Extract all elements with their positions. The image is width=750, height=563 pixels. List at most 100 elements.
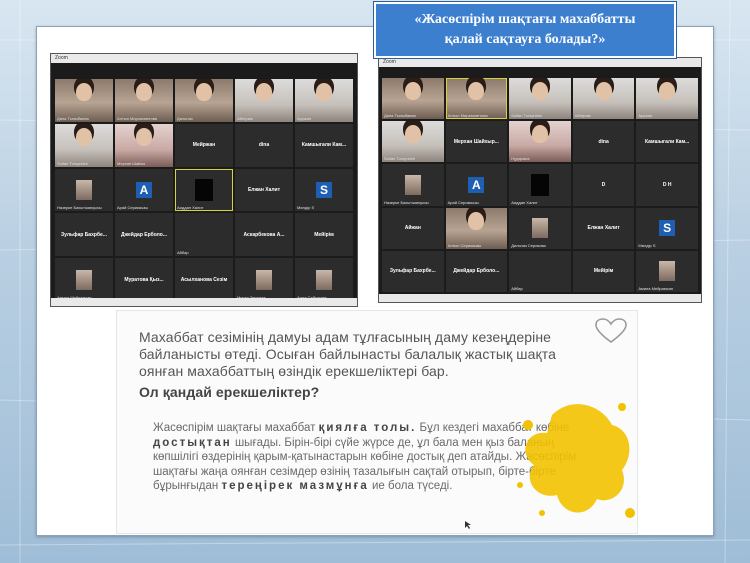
participant-tile[interactable]: Sultan Tursynbek xyxy=(382,121,444,163)
participant-name-label: Алтын Сериккызы xyxy=(447,242,482,248)
participant-tile[interactable]: Муратова Қыз... xyxy=(115,258,173,301)
slide-title: «Жасөспірім шақтағы махаббатты қалай сақ… xyxy=(373,1,677,59)
participant-tile[interactable]: Нұрдиана xyxy=(509,121,571,163)
participant-tile[interactable]: Дильназ xyxy=(175,79,233,122)
participant-tile[interactable]: Алтын Мирзахметова xyxy=(445,78,508,120)
participant-face xyxy=(136,127,152,146)
participant-tile[interactable]: Дина Тыныбаева xyxy=(382,78,444,120)
participant-tile[interactable]: Елжан Халит xyxy=(235,168,293,212)
participant-tile[interactable]: D H xyxy=(636,164,698,206)
emphasis-2: достықтан xyxy=(153,436,232,449)
participant-grid: Дина Тыныбаева Алтын Мирзахметова Sultan T… xyxy=(382,78,698,292)
participant-face xyxy=(316,83,332,101)
participant-display-name: Айжан xyxy=(404,225,421,232)
participant-name-label: Аружан xyxy=(297,115,312,121)
participant-display-name: Асылханова Сезім xyxy=(180,276,228,283)
body-text-1: Жасөспірім шақтағы махаббат xyxy=(153,422,319,434)
video-off-placeholder xyxy=(530,173,549,196)
zoom-toolbar xyxy=(379,294,701,302)
participant-name-label: Sultan Tursynbek xyxy=(57,160,88,166)
heart-icon xyxy=(595,318,627,343)
participant-name-label: Дильназ Серикова xyxy=(511,242,546,248)
participant-tile[interactable]: A Арай Сериккызы xyxy=(115,168,173,212)
participant-tile[interactable]: Sultan Tursynbek xyxy=(509,78,571,120)
participant-tile[interactable]: dina xyxy=(572,121,635,163)
participant-tile[interactable]: A Арай Сериккызы xyxy=(445,164,508,206)
participant-name-label: Назерке Бахытжанқызы xyxy=(57,205,102,211)
participant-tile[interactable]: Зульфар Бахрбе... xyxy=(382,250,444,292)
zoom-window-title: Zoom xyxy=(379,58,701,67)
participant-tile[interactable]: Зульфар Бахрбе... xyxy=(55,213,113,257)
participant-tile[interactable]: Камшыгали Кам... xyxy=(295,123,353,167)
participant-display-name: Аскарбекова А... xyxy=(243,231,285,238)
participant-display-name: Мейржан xyxy=(192,142,216,149)
participant-tile[interactable]: S Мөлдір S xyxy=(295,168,353,212)
participant-tile[interactable]: Назерке Бахытжанқызы xyxy=(55,168,113,212)
participant-tile[interactable]: Дина Тыныбаева xyxy=(55,79,113,122)
participant-tile[interactable]: Аминa Мейрамхан xyxy=(55,258,113,301)
participant-tile[interactable]: Алтын Мирзахметова xyxy=(115,79,173,122)
participant-tile[interactable]: Елжан Халит xyxy=(572,207,635,249)
participant-name-label: Sultan Tursynbek xyxy=(384,156,415,162)
participant-tile[interactable]: Аружан xyxy=(295,79,353,122)
participant-name-label: Аружан xyxy=(638,113,653,119)
participant-name-label: Дина Тыныбаева xyxy=(57,115,89,121)
participant-display-name: Джейдар Ерболо... xyxy=(120,231,168,238)
participant-tile[interactable]: Айгерим xyxy=(572,78,635,120)
participant-tile[interactable]: S Мөлдір S xyxy=(636,207,698,249)
participant-face xyxy=(659,82,676,100)
participant-tile[interactable]: Джейдар Ерболо... xyxy=(445,250,508,292)
participant-face xyxy=(404,125,421,144)
participant-face xyxy=(468,82,485,100)
participant-tile[interactable]: Айжан xyxy=(382,207,444,249)
participant-face xyxy=(196,83,212,101)
participant-tile[interactable]: Аскарбекова А... xyxy=(235,213,293,257)
participant-display-name: Джейдар Ерболо... xyxy=(453,268,500,275)
participant-tile[interactable]: Аружан xyxy=(636,78,698,120)
participant-tile[interactable]: Мерхан Шайхыр... xyxy=(445,121,508,163)
intro-text: Махаббат сезімінің дамуы адам тұлғасының… xyxy=(139,329,556,379)
participant-tile[interactable]: Джейдар Ерболо... xyxy=(115,213,173,257)
emphasis-1: қиялға толы. xyxy=(318,422,417,434)
participant-tile[interactable]: Назерке Бахытжанқызы xyxy=(382,164,444,206)
participant-tile[interactable]: Мейржан xyxy=(175,123,233,167)
participant-display-name: Елжан Халит xyxy=(247,186,281,193)
participant-tile[interactable]: Аминa Мейрамхан xyxy=(636,250,698,292)
title-line-1: «Жасөспірім шақтағы махаббатты xyxy=(414,12,636,27)
participant-display-name: Мейірім xyxy=(593,268,614,275)
participant-tile[interactable]: Айбар xyxy=(175,213,233,257)
participant-tile[interactable]: Камшыгали Кам... xyxy=(636,121,698,163)
participant-name-label: Айгерим xyxy=(237,115,253,121)
participant-tile[interactable]: Мерхан Шайхы xyxy=(115,123,173,167)
zoom-window-title: Zoom xyxy=(51,54,357,63)
participant-tile[interactable]: Sultan Tursynbek xyxy=(55,123,113,167)
video-off-placeholder xyxy=(195,178,213,201)
participant-photo xyxy=(256,269,272,290)
participant-face xyxy=(531,125,548,144)
participant-tile[interactable]: dina xyxy=(235,123,293,167)
participant-tile[interactable]: Дильназ Серикова xyxy=(509,207,571,249)
participant-grid: Дина Тыныбаева Алтын Мирзахметова Дильназ А… xyxy=(55,79,353,301)
participant-avatar: S xyxy=(316,181,332,198)
participant-tile[interactable]: Аиддан Халит xyxy=(175,168,233,212)
participant-tile[interactable]: Мейірім xyxy=(295,213,353,257)
participant-display-name: Мейірім xyxy=(314,231,334,238)
participant-tile[interactable]: Мейірім xyxy=(572,250,635,292)
participant-photo xyxy=(316,269,332,290)
participant-tile[interactable]: Мукан Зинаида xyxy=(235,258,293,301)
participant-name-label: Дильназ xyxy=(177,115,193,121)
participant-name-label: Sultan Tursynbek xyxy=(511,113,543,119)
participant-tile[interactable]: Аиддан Халит xyxy=(509,164,571,206)
participant-photo xyxy=(531,218,548,239)
participant-tile[interactable]: Аида Сабырова xyxy=(295,258,353,301)
participant-tile[interactable]: D xyxy=(572,164,635,206)
participant-photo xyxy=(76,269,92,290)
participant-tile[interactable]: Асылханова Сезім xyxy=(175,258,233,301)
participant-tile[interactable]: Алтын Сериккызы xyxy=(445,207,508,249)
participant-tile[interactable]: Айгерим xyxy=(235,79,293,122)
participant-display-name: Елжан Халит xyxy=(587,225,620,232)
participant-name-label: Мерхан Шайхы xyxy=(117,160,146,166)
participant-face xyxy=(256,83,272,101)
participant-tile[interactable]: Айбар xyxy=(509,250,571,292)
mouse-cursor-icon xyxy=(465,521,471,529)
